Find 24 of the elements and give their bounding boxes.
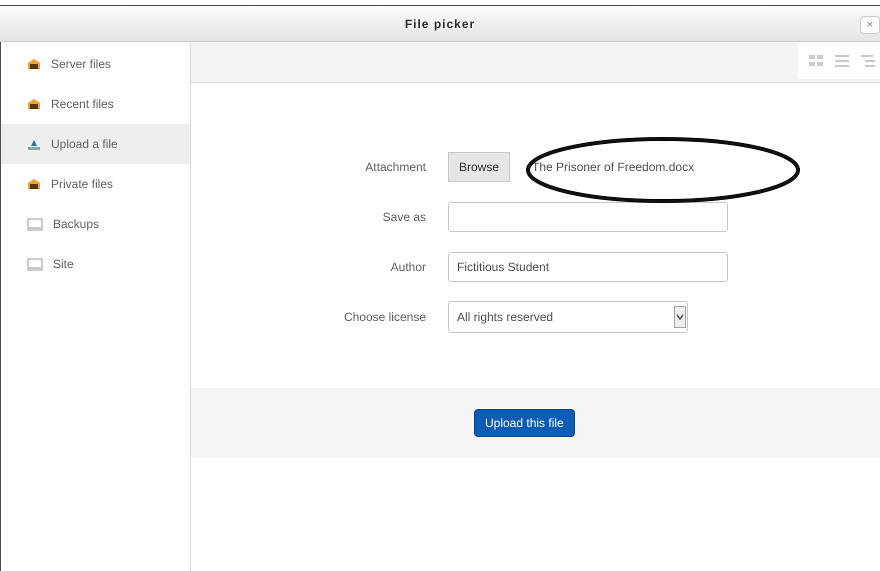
file-name: The Prisoner of Freedom.docx bbox=[532, 158, 694, 176]
upload-icon bbox=[27, 138, 41, 150]
text-field[interactable] bbox=[448, 202, 728, 232]
box-icon bbox=[27, 258, 43, 270]
sidebar-item[interactable]: Upload a file bbox=[1, 124, 190, 164]
text-field[interactable]: Fictitious Student bbox=[448, 252, 728, 282]
field-label: Author bbox=[390, 258, 427, 276]
sidebar-item[interactable]: Backups bbox=[1, 204, 190, 244]
field-label: Choose license bbox=[342, 308, 427, 326]
box-icon bbox=[27, 218, 43, 230]
upload-button[interactable]: Upload this file bbox=[474, 409, 575, 437]
field-label: Save as bbox=[382, 208, 427, 226]
license-dropdown[interactable]: All rights reserved bbox=[448, 300, 688, 332]
browse-button[interactable]: Browse bbox=[448, 152, 510, 182]
window-title: File picker bbox=[404, 16, 476, 32]
sidebar-item[interactable]: Server files bbox=[1, 44, 190, 84]
sidebar-item[interactable]: Recent files bbox=[1, 84, 190, 124]
grid-view-icon[interactable] bbox=[808, 52, 826, 68]
sidebar-item[interactable]: Site bbox=[1, 244, 190, 284]
tree-view-icon[interactable] bbox=[860, 52, 878, 68]
sidebar-item[interactable]: Private files bbox=[1, 164, 190, 204]
field-label: Attachment bbox=[364, 158, 427, 176]
list-view-icon[interactable] bbox=[834, 52, 852, 68]
close-button[interactable]: × bbox=[860, 16, 880, 34]
